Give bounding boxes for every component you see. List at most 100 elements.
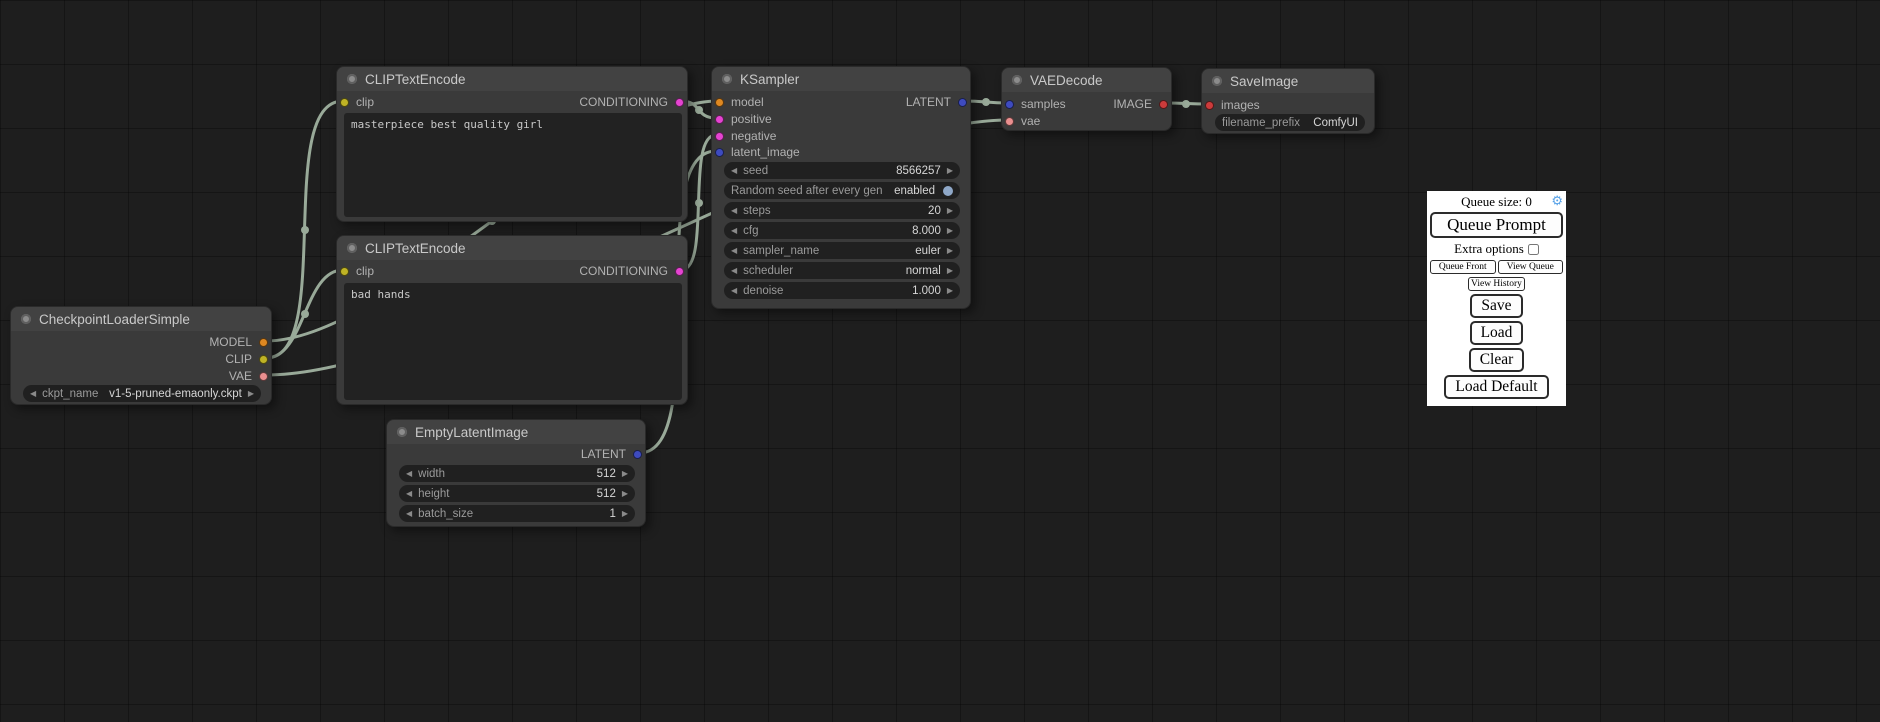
decrement-arrow-icon[interactable]: ◀ <box>731 227 737 235</box>
increment-arrow-icon[interactable]: ▶ <box>947 267 953 275</box>
model-port-dot[interactable] <box>715 98 724 107</box>
increment-arrow-icon[interactable]: ▶ <box>947 167 953 175</box>
load-default-button[interactable]: Load Default <box>1444 375 1548 399</box>
negative-prompt-textarea[interactable]: bad hands <box>344 283 682 400</box>
decrement-arrow-icon[interactable]: ◀ <box>406 470 412 478</box>
load-button[interactable]: Load <box>1470 321 1524 345</box>
positive-input-port[interactable]: positive <box>715 111 772 127</box>
collapse-dot-icon[interactable] <box>722 74 732 84</box>
view-history-button[interactable]: View History <box>1468 277 1525 291</box>
scheduler-widget[interactable]: ◀ scheduler normal ▶ <box>724 262 960 279</box>
decrement-arrow-icon[interactable]: ◀ <box>731 167 737 175</box>
image-port-dot[interactable] <box>1159 100 1168 109</box>
vae-port-dot[interactable] <box>1005 117 1014 126</box>
sampler-name-widget[interactable]: ◀ sampler_name euler ▶ <box>724 242 960 259</box>
decrement-arrow-icon[interactable]: ◀ <box>731 247 737 255</box>
increment-arrow-icon[interactable]: ▶ <box>947 207 953 215</box>
node-vae-decode[interactable]: VAEDecode samples vae IMAGE <box>1001 67 1172 131</box>
vae-input-port[interactable]: vae <box>1005 113 1040 129</box>
increment-arrow-icon[interactable]: ▶ <box>947 227 953 235</box>
latent-port-dot[interactable] <box>1005 100 1014 109</box>
node-empty-latent-image[interactable]: EmptyLatentImage LATENT ◀ width 512 ▶ ◀ … <box>386 419 646 527</box>
decrement-arrow-icon[interactable]: ◀ <box>406 490 412 498</box>
extra-options-checkbox[interactable] <box>1528 244 1539 255</box>
clip-input-port[interactable]: clip <box>340 263 374 279</box>
increment-arrow-icon[interactable]: ▶ <box>947 247 953 255</box>
model-output-port[interactable]: MODEL <box>209 334 268 350</box>
samples-input-port[interactable]: samples <box>1005 96 1066 112</box>
decrement-arrow-icon[interactable]: ◀ <box>731 207 737 215</box>
image-output-port[interactable]: IMAGE <box>1113 96 1168 112</box>
node-ksampler[interactable]: KSampler model positive negative latent_… <box>711 66 971 309</box>
clip-input-port[interactable]: clip <box>340 94 374 110</box>
conditioning-port-dot[interactable] <box>715 115 724 124</box>
width-widget[interactable]: ◀ width 512 ▶ <box>399 465 635 482</box>
latent-port-dot[interactable] <box>715 148 724 157</box>
filename-prefix-widget[interactable]: filename_prefix ComfyUI <box>1215 114 1365 131</box>
model-input-port[interactable]: model <box>715 94 764 110</box>
increment-arrow-icon[interactable]: ▶ <box>248 390 254 398</box>
queue-front-button[interactable]: Queue Front <box>1430 260 1496 274</box>
node-title-bar[interactable]: SaveImage <box>1202 69 1374 93</box>
decrement-arrow-icon[interactable]: ◀ <box>406 510 412 518</box>
seed-widget[interactable]: ◀ seed 8566257 ▶ <box>724 162 960 179</box>
decrement-arrow-icon[interactable]: ◀ <box>731 267 737 275</box>
collapse-dot-icon[interactable] <box>347 74 357 84</box>
clear-button[interactable]: Clear <box>1469 348 1525 372</box>
decrement-arrow-icon[interactable]: ◀ <box>30 390 36 398</box>
collapse-dot-icon[interactable] <box>347 243 357 253</box>
batch-size-widget[interactable]: ◀ batch_size 1 ▶ <box>399 505 635 522</box>
latent-port-dot[interactable] <box>958 98 967 107</box>
conditioning-port-dot[interactable] <box>675 267 684 276</box>
increment-arrow-icon[interactable]: ▶ <box>622 490 628 498</box>
toggle-knob-icon[interactable] <box>943 186 953 196</box>
positive-prompt-textarea[interactable]: masterpiece best quality girl <box>344 113 682 217</box>
settings-gear-icon[interactable]: ⚙ <box>1551 194 1563 207</box>
node-checkpoint-loader-simple[interactable]: CheckpointLoaderSimple MODEL CLIP VAE ◀ … <box>10 306 272 405</box>
conditioning-port-dot[interactable] <box>675 98 684 107</box>
conditioning-port-dot[interactable] <box>715 132 724 141</box>
image-port-dot[interactable] <box>1205 101 1214 110</box>
view-queue-button[interactable]: View Queue <box>1498 260 1564 274</box>
decrement-arrow-icon[interactable]: ◀ <box>731 287 737 295</box>
node-save-image[interactable]: SaveImage images filename_prefix ComfyUI <box>1201 68 1375 134</box>
conditioning-output-port[interactable]: CONDITIONING <box>579 94 684 110</box>
clip-output-port[interactable]: CLIP <box>225 351 268 367</box>
increment-arrow-icon[interactable]: ▶ <box>622 470 628 478</box>
collapse-dot-icon[interactable] <box>21 314 31 324</box>
clip-port-dot[interactable] <box>340 98 349 107</box>
ckpt-name-widget[interactable]: ◀ ckpt_name v1-5-pruned-emaonly.ckpt ▶ <box>23 385 261 402</box>
node-title-bar[interactable]: EmptyLatentImage <box>387 420 645 444</box>
collapse-dot-icon[interactable] <box>1012 75 1022 85</box>
steps-widget[interactable]: ◀ steps 20 ▶ <box>724 202 960 219</box>
latent-output-port[interactable]: LATENT <box>906 94 967 110</box>
node-clip-text-encode-positive[interactable]: CLIPTextEncode clip CONDITIONING masterp… <box>336 66 688 222</box>
clip-port-dot[interactable] <box>340 267 349 276</box>
collapse-dot-icon[interactable] <box>397 427 407 437</box>
vae-port-dot[interactable] <box>259 372 268 381</box>
latent-output-port[interactable]: LATENT <box>581 446 642 462</box>
conditioning-output-port[interactable]: CONDITIONING <box>579 263 684 279</box>
node-title-bar[interactable]: CLIPTextEncode <box>337 236 687 260</box>
height-widget[interactable]: ◀ height 512 ▶ <box>399 485 635 502</box>
node-clip-text-encode-negative[interactable]: CLIPTextEncode clip CONDITIONING bad han… <box>336 235 688 405</box>
latent-image-input-port[interactable]: latent_image <box>715 144 800 160</box>
clip-port-dot[interactable] <box>259 355 268 364</box>
queue-prompt-button[interactable]: Queue Prompt <box>1430 212 1563 238</box>
model-port-dot[interactable] <box>259 338 268 347</box>
increment-arrow-icon[interactable]: ▶ <box>622 510 628 518</box>
node-title-bar[interactable]: CLIPTextEncode <box>337 67 687 91</box>
negative-input-port[interactable]: negative <box>715 128 776 144</box>
increment-arrow-icon[interactable]: ▶ <box>947 287 953 295</box>
node-title-bar[interactable]: CheckpointLoaderSimple <box>11 307 271 331</box>
node-graph-canvas[interactable]: CheckpointLoaderSimple MODEL CLIP VAE ◀ … <box>0 0 1880 722</box>
latent-port-dot[interactable] <box>633 450 642 459</box>
images-input-port[interactable]: images <box>1205 97 1260 113</box>
save-button[interactable]: Save <box>1470 294 1522 318</box>
denoise-widget[interactable]: ◀ denoise 1.000 ▶ <box>724 282 960 299</box>
collapse-dot-icon[interactable] <box>1212 76 1222 86</box>
node-title-bar[interactable]: KSampler <box>712 67 970 91</box>
cfg-widget[interactable]: ◀ cfg 8.000 ▶ <box>724 222 960 239</box>
random-seed-toggle[interactable]: Random seed after every gen enabled <box>724 182 960 199</box>
node-title-bar[interactable]: VAEDecode <box>1002 68 1171 92</box>
